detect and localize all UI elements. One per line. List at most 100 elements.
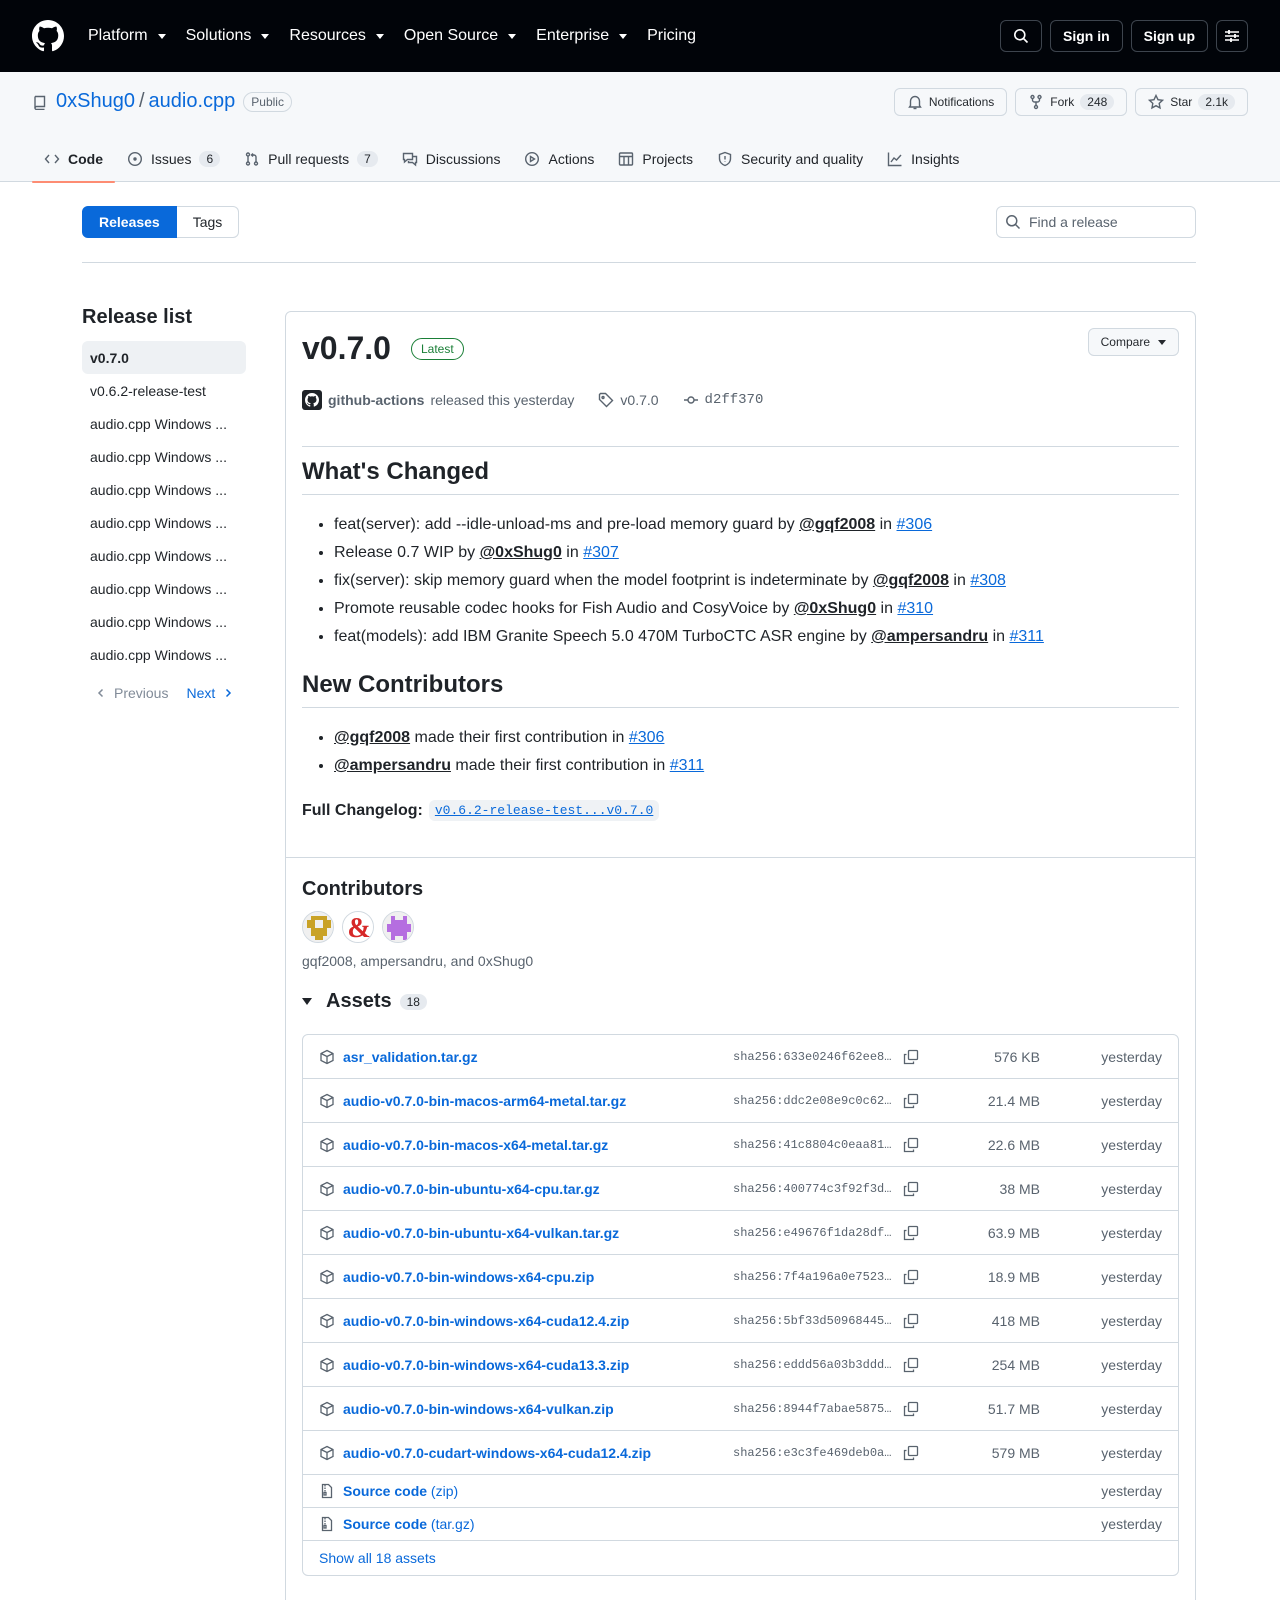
sign-in-button[interactable]: Sign in	[1050, 20, 1123, 52]
release-list-item[interactable]: audio.cpp Windows ...	[82, 506, 246, 539]
pull-request-link[interactable]: #306	[629, 729, 665, 746]
copy-icon[interactable]	[903, 1401, 919, 1417]
copy-icon[interactable]	[903, 1181, 919, 1197]
releases-tags-toggle: Releases Tags	[82, 206, 240, 238]
asset-date: yesterday	[1101, 1180, 1162, 1197]
asset-name-link[interactable]: audio-v0.7.0-bin-macos-x64-metal.tar.gz	[343, 1137, 608, 1153]
release-author-link[interactable]: github-actions	[328, 392, 424, 408]
tab-code[interactable]: Code	[32, 136, 115, 183]
fork-icon	[1030, 94, 1042, 110]
tab-discussions[interactable]: Discussions	[390, 136, 513, 182]
user-mention-link[interactable]: @ampersandru	[871, 628, 988, 645]
release-tag-link[interactable]: v0.7.0	[620, 392, 658, 408]
copy-icon[interactable]	[903, 1225, 919, 1241]
copy-icon[interactable]	[903, 1269, 919, 1285]
sign-up-button[interactable]: Sign up	[1130, 20, 1208, 52]
copy-icon[interactable]	[903, 1049, 919, 1065]
tab-actions[interactable]: Actions	[512, 136, 606, 182]
pull-request-link[interactable]: #306	[897, 516, 933, 533]
user-mention-link[interactable]: @gqf2008	[334, 729, 410, 746]
search-button[interactable]	[1000, 20, 1042, 52]
asset-sha: sha256:7f4a196a0e7523…	[733, 1269, 892, 1284]
release-list-item[interactable]: audio.cpp Windows ...	[82, 572, 246, 605]
tags-tab[interactable]: Tags	[176, 206, 240, 238]
next-button[interactable]: Next	[186, 685, 233, 701]
copy-icon[interactable]	[903, 1093, 919, 1109]
user-mention-link[interactable]: @0xShug0	[480, 544, 562, 561]
copy-icon[interactable]	[903, 1313, 919, 1329]
star-button[interactable]: Star 2.1k	[1135, 88, 1248, 116]
tab-insights[interactable]: Insights	[875, 136, 971, 182]
repo-tabs: Code Issues 6 Pull requests 7 Discussions Acti…	[32, 136, 971, 183]
compare-button[interactable]: Compare	[1087, 328, 1179, 356]
releases-tab[interactable]: Releases	[82, 206, 177, 238]
previous-button[interactable]: Previous	[96, 685, 168, 701]
tab-security-and-quality[interactable]: Security and quality	[705, 136, 875, 182]
show-all-assets-link[interactable]: Show all 18 assets	[303, 1541, 1178, 1575]
release-list-item[interactable]: v0.6.2-release-test	[82, 374, 246, 407]
release-list-item[interactable]: audio.cpp Windows ...	[82, 440, 246, 473]
notifications-button[interactable]: Notifications	[893, 88, 1008, 116]
release-version[interactable]: v0.7.0	[302, 330, 391, 367]
source-code-link[interactable]: Source code (zip)	[343, 1483, 458, 1499]
asset-name-link[interactable]: audio-v0.7.0-bin-macos-arm64-metal.tar.g…	[343, 1093, 626, 1109]
nav-open-source[interactable]: Open Source	[404, 27, 517, 45]
avatar-ampersandru[interactable]: &	[342, 911, 374, 943]
pull-request-link[interactable]: #310	[897, 600, 933, 617]
asset-name-link[interactable]: asr_validation.tar.gz	[343, 1049, 478, 1065]
tab-pull-requests[interactable]: Pull requests 7	[232, 136, 390, 182]
release-commit-link[interactable]: d2ff370	[705, 392, 764, 408]
release-list-item[interactable]: audio.cpp Windows ...	[82, 407, 246, 440]
release-list-item[interactable]: v0.7.0	[82, 341, 246, 374]
asset-name-link[interactable]: audio-v0.7.0-bin-windows-x64-vulkan.zip	[343, 1401, 614, 1417]
asset-sha: sha256:ddc2e08e9c0c62…	[733, 1093, 892, 1108]
pull-request-link[interactable]: #311	[1009, 628, 1043, 645]
github-logo-icon[interactable]	[32, 20, 64, 52]
release-list-item[interactable]: audio.cpp Windows ...	[82, 473, 246, 506]
new-contributor-item: @gqf2008 made their first contribution i…	[334, 724, 1179, 752]
appearance-settings-button[interactable]	[1216, 20, 1248, 52]
nav-enterprise[interactable]: Enterprise	[536, 27, 628, 45]
pull-request-link[interactable]: #308	[970, 572, 1006, 589]
actions-icon	[525, 151, 540, 167]
release-list-item[interactable]: audio.cpp Windows ...	[82, 638, 246, 671]
search-icon	[1014, 29, 1029, 44]
source-code-link[interactable]: Source code (tar.gz)	[343, 1516, 475, 1532]
user-mention-link[interactable]: @ampersandru	[334, 757, 451, 774]
copy-icon[interactable]	[903, 1445, 919, 1461]
asset-sha: sha256:8944f7abae5875…	[733, 1401, 892, 1416]
asset-name-link[interactable]: audio-v0.7.0-bin-ubuntu-x64-vulkan.tar.g…	[343, 1225, 619, 1241]
asset-name-link[interactable]: audio-v0.7.0-bin-windows-x64-cpu.zip	[343, 1269, 594, 1285]
copy-icon[interactable]	[903, 1357, 919, 1373]
avatar-gqf2008[interactable]	[302, 911, 334, 943]
asset-name-link[interactable]: audio-v0.7.0-cudart-windows-x64-cuda12.4…	[343, 1445, 651, 1461]
tab-issues[interactable]: Issues 6	[115, 136, 232, 182]
pull-request-link[interactable]: #307	[583, 544, 619, 561]
copy-icon[interactable]	[903, 1137, 919, 1153]
user-mention-link[interactable]: @gqf2008	[873, 572, 949, 589]
nav-pricing[interactable]: Pricing	[647, 27, 696, 45]
repo-owner-link[interactable]: 0xShug0	[56, 90, 135, 113]
user-mention-link[interactable]: @gqf2008	[799, 516, 875, 533]
full-changelog-link[interactable]: v0.6.2-release-test...v0.7.0	[428, 800, 660, 821]
find-release-input[interactable]	[1029, 214, 1189, 230]
release-list-item[interactable]: audio.cpp Windows ...	[82, 539, 246, 572]
nav-resources[interactable]: Resources	[289, 27, 384, 45]
pull-request-link[interactable]: #311	[670, 757, 704, 774]
tab-label: Code	[68, 151, 103, 167]
repo-name-link[interactable]: audio.cpp	[149, 90, 236, 113]
asset-name-link[interactable]: audio-v0.7.0-bin-ubuntu-x64-cpu.tar.gz	[343, 1181, 600, 1197]
asset-name-link[interactable]: audio-v0.7.0-bin-windows-x64-cuda13.3.zi…	[343, 1357, 629, 1373]
assets-toggle[interactable]: Assets 18	[302, 990, 427, 1013]
nav-solutions[interactable]: Solutions	[186, 27, 270, 45]
tab-projects[interactable]: Projects	[606, 136, 705, 182]
asset-name-link[interactable]: audio-v0.7.0-bin-windows-x64-cuda12.4.zi…	[343, 1313, 629, 1329]
divider	[286, 857, 1195, 858]
nav-platform[interactable]: Platform	[88, 27, 166, 45]
release-list-item[interactable]: audio.cpp Windows ...	[82, 605, 246, 638]
asset-row: audio-v0.7.0-bin-macos-arm64-metal.tar.g…	[303, 1079, 1178, 1123]
avatar-0xshug0[interactable]	[382, 911, 414, 943]
user-mention-link[interactable]: @0xShug0	[794, 600, 876, 617]
github-actions-avatar-icon[interactable]	[302, 390, 322, 410]
fork-button[interactable]: Fork 248	[1015, 88, 1128, 116]
